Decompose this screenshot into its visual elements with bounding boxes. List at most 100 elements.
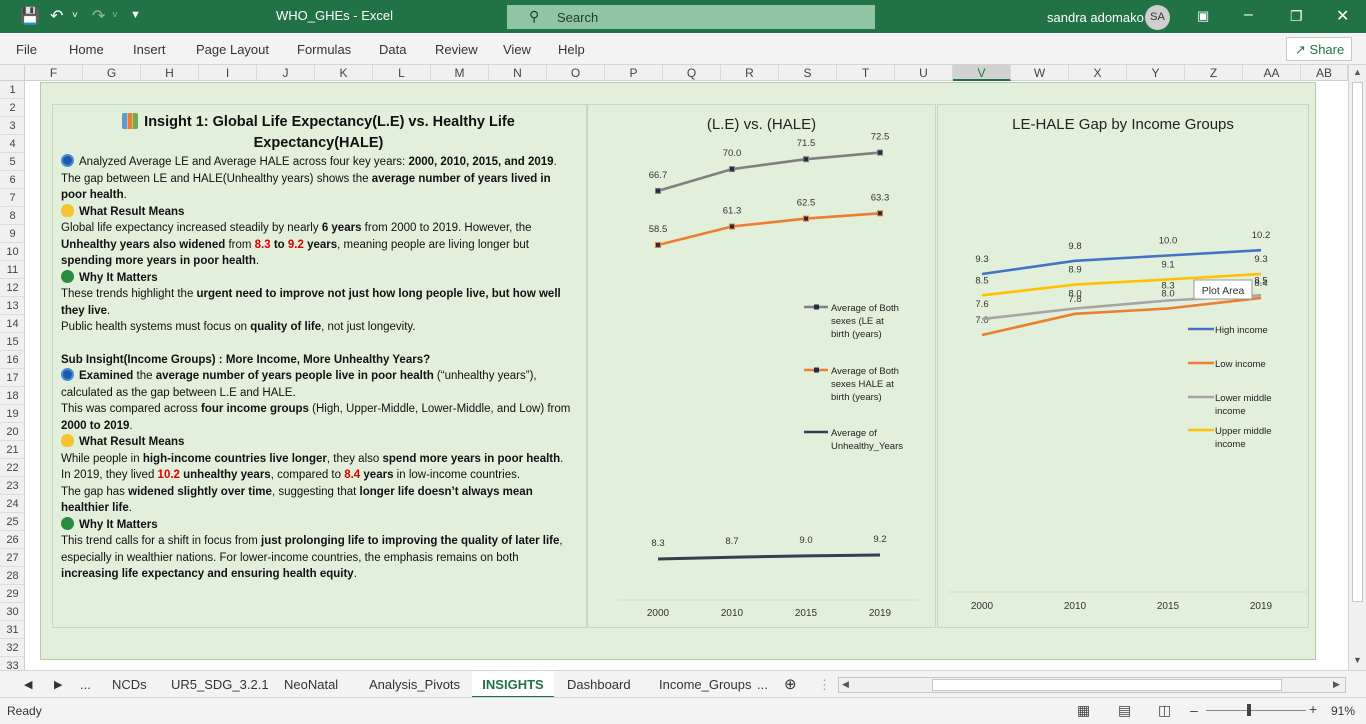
- row-header[interactable]: 23: [0, 477, 24, 495]
- row-header[interactable]: 21: [0, 441, 24, 459]
- avatar[interactable]: SA: [1145, 5, 1170, 30]
- horizontal-scroll-thumb[interactable]: [932, 679, 1282, 691]
- column-header[interactable]: O: [547, 65, 605, 81]
- tab-data[interactable]: Data: [379, 42, 406, 57]
- normal-view-icon[interactable]: ▦: [1077, 702, 1090, 719]
- row-header[interactable]: 32: [0, 639, 24, 657]
- tab-home[interactable]: Home: [69, 42, 104, 57]
- row-header[interactable]: 30: [0, 603, 24, 621]
- sheet-tab-ncds[interactable]: NCDs: [112, 677, 147, 692]
- row-header[interactable]: 17: [0, 369, 24, 387]
- row-header[interactable]: 12: [0, 279, 24, 297]
- tab-view[interactable]: View: [503, 42, 531, 57]
- row-header[interactable]: 7: [0, 189, 24, 207]
- share-button[interactable]: ↗ Share: [1286, 37, 1352, 61]
- row-header[interactable]: 26: [0, 531, 24, 549]
- row-header[interactable]: 27: [0, 549, 24, 567]
- sheet-tab-insights[interactable]: INSIGHTS: [472, 671, 554, 698]
- scroll-down-icon[interactable]: ▼: [1353, 655, 1362, 665]
- zoom-level[interactable]: 91%: [1331, 704, 1355, 718]
- page-layout-view-icon[interactable]: ▤: [1118, 702, 1131, 719]
- tab-page-layout[interactable]: Page Layout: [196, 42, 269, 57]
- row-header[interactable]: 19: [0, 405, 24, 423]
- tab-file[interactable]: File: [16, 42, 37, 57]
- row-header[interactable]: 25: [0, 513, 24, 531]
- row-header[interactable]: 13: [0, 297, 24, 315]
- sheet-tab-neonatal[interactable]: NeoNatal: [284, 677, 338, 692]
- customize-toolbar-icon[interactable]: ▼: [130, 9, 141, 21]
- scroll-right-icon[interactable]: ▶: [1333, 679, 1340, 690]
- save-icon[interactable]: 💾: [20, 6, 40, 26]
- row-header[interactable]: 10: [0, 243, 24, 261]
- row-header[interactable]: 31: [0, 621, 24, 639]
- row-header[interactable]: 24: [0, 495, 24, 513]
- column-header[interactable]: AA: [1243, 65, 1301, 81]
- row-header[interactable]: 29: [0, 585, 24, 603]
- redo-icon[interactable]: ↷: [92, 6, 105, 26]
- redo-dropdown-icon[interactable]: ˅: [112, 10, 118, 21]
- column-header[interactable]: P: [605, 65, 663, 81]
- column-header[interactable]: Z: [1185, 65, 1243, 81]
- horizontal-scrollbar[interactable]: ◀ ▶: [838, 677, 1346, 693]
- column-header[interactable]: R: [721, 65, 779, 81]
- row-header[interactable]: 14: [0, 315, 24, 333]
- undo-dropdown-icon[interactable]: ˅: [72, 10, 78, 21]
- search-box[interactable]: ⚲ Search: [507, 5, 875, 29]
- zoom-out-icon[interactable]: –: [1190, 702, 1198, 718]
- row-header[interactable]: 4: [0, 135, 24, 153]
- row-header[interactable]: 2: [0, 99, 24, 117]
- row-header[interactable]: 8: [0, 207, 24, 225]
- row-header[interactable]: 16: [0, 351, 24, 369]
- column-header[interactable]: AB: [1301, 65, 1348, 81]
- column-header[interactable]: S: [779, 65, 837, 81]
- tab-insert[interactable]: Insert: [133, 42, 166, 57]
- row-header[interactable]: 20: [0, 423, 24, 441]
- zoom-slider[interactable]: [1206, 710, 1306, 711]
- tab-split-handle-icon[interactable]: ⋮: [818, 677, 831, 693]
- insight-textbox[interactable]: Insight 1: Global Life Expectancy(L.E) v…: [52, 104, 587, 628]
- column-header[interactable]: W: [1011, 65, 1069, 81]
- zoom-in-icon[interactable]: +: [1309, 701, 1317, 717]
- sheet-tab-analysis-pivots[interactable]: Analysis_Pivots: [369, 677, 460, 692]
- tab-formulas[interactable]: Formulas: [297, 42, 351, 57]
- worksheet-grid[interactable]: Insight 1: Global Life Expectancy(L.E) v…: [25, 81, 1348, 670]
- sheet-tab-income-groups[interactable]: Income_Groups: [659, 677, 752, 692]
- column-header[interactable]: U: [895, 65, 953, 81]
- close-icon[interactable]: ✕: [1336, 6, 1349, 26]
- income-gap-chart[interactable]: LE-HALE Gap by Income Groups 2000 2010 201…: [937, 104, 1309, 628]
- vertical-scrollbar[interactable]: ▲ ▼: [1348, 65, 1366, 670]
- scroll-up-icon[interactable]: ▲: [1353, 67, 1362, 77]
- column-header[interactable]: G: [83, 65, 141, 81]
- sheet-tab-dashboard[interactable]: Dashboard: [567, 677, 631, 692]
- vertical-scroll-thumb[interactable]: [1352, 82, 1363, 602]
- add-sheet-icon[interactable]: ⊕: [784, 675, 797, 693]
- column-header[interactable]: X: [1069, 65, 1127, 81]
- column-header[interactable]: H: [141, 65, 199, 81]
- tab-help[interactable]: Help: [558, 42, 585, 57]
- more-sheets[interactable]: ...: [757, 677, 768, 692]
- sheet-tabs-ellipsis[interactable]: ...: [80, 677, 91, 692]
- column-header[interactable]: L: [373, 65, 431, 81]
- column-header[interactable]: N: [489, 65, 547, 81]
- row-header[interactable]: 28: [0, 567, 24, 585]
- row-header[interactable]: 22: [0, 459, 24, 477]
- le-hale-chart[interactable]: (L.E) vs. (HALE) 2000 2010 2015 2019 66.7 70.…: [587, 104, 936, 628]
- row-header[interactable]: 6: [0, 171, 24, 189]
- column-header[interactable]: J: [257, 65, 315, 81]
- row-header[interactable]: 9: [0, 225, 24, 243]
- minimize-icon[interactable]: –: [1244, 6, 1253, 24]
- prev-sheet-icon[interactable]: ◀: [24, 678, 32, 691]
- row-header[interactable]: 18: [0, 387, 24, 405]
- column-header[interactable]: Q: [663, 65, 721, 81]
- next-sheet-icon[interactable]: ▶: [54, 678, 62, 691]
- zoom-slider-thumb[interactable]: [1247, 704, 1251, 716]
- scroll-left-icon[interactable]: ◀: [842, 679, 849, 690]
- column-header[interactable]: K: [315, 65, 373, 81]
- page-break-view-icon[interactable]: ◫: [1158, 702, 1171, 719]
- tab-review[interactable]: Review: [435, 42, 478, 57]
- column-header[interactable]: Y: [1127, 65, 1185, 81]
- ribbon-display-icon[interactable]: ▣: [1197, 8, 1209, 24]
- row-header[interactable]: 33: [0, 657, 24, 670]
- column-header[interactable]: I: [199, 65, 257, 81]
- undo-icon[interactable]: ↶: [50, 6, 63, 26]
